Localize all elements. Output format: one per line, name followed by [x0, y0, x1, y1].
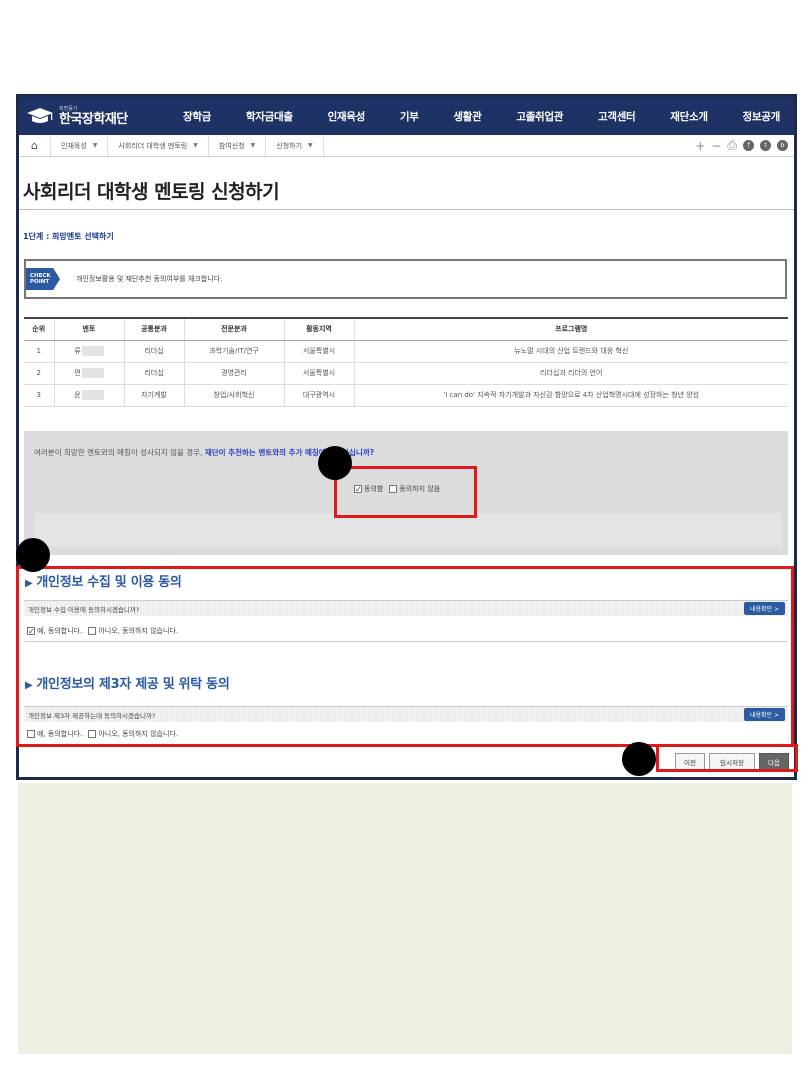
menu-employment[interactable]: 고졸취업관	[516, 109, 563, 124]
highlight-box-buttons	[656, 744, 798, 772]
col-region: 활동지역	[283, 317, 354, 341]
table-row: 2 편 리더십 경영관리 서울특별시 리더십과 리더의 언어	[24, 362, 788, 385]
home-icon[interactable]: ⌂	[19, 135, 51, 156]
step-marker	[16, 538, 50, 572]
agreement-inner-panel	[34, 513, 782, 547]
page-title: 사회리더 대학생 멘토링 신청하기	[23, 181, 280, 203]
graduation-cap-icon	[25, 106, 55, 126]
zoom-out-icon[interactable]: −	[711, 139, 721, 153]
site-logo[interactable]: 희망동기 한국장학재단	[19, 106, 169, 126]
chevron-down-icon: ▼	[250, 142, 256, 149]
menu-about[interactable]: 재단소개	[670, 109, 708, 124]
blog-icon[interactable]: b	[777, 140, 788, 151]
checkpoint-box: CHECK POINT 개인정보활용 및 재단추천 동의여부를 체크합니다.	[24, 259, 787, 299]
checkpoint-text: 개인정보활용 및 재단추천 동의여부를 체크합니다.	[76, 275, 223, 283]
main-menu: 장학금 학자금대출 인재육성 기부 생활관 고졸취업관 고객센터 재단소개 정보…	[169, 109, 794, 124]
checkpoint-badge: CHECK POINT	[26, 268, 60, 290]
chevron-down-icon: ▼	[308, 142, 313, 149]
col-common: 공통분과	[123, 317, 184, 341]
divider	[19, 209, 794, 210]
breadcrumb-item-4[interactable]: 신청하기 ▼	[266, 135, 324, 156]
breadcrumb: ⌂ 인재육성 ▼ 사회리더 대학생 멘토링 ▼ 참여신청 ▼ 신청하기 ▼ + − ⎙ …	[19, 135, 794, 157]
top-navigation: 희망동기 한국장학재단 장학금 학자금대출 인재육성 기부 생활관 고졸취업관 …	[19, 97, 794, 135]
breadcrumb-item-2[interactable]: 사회리더 대학생 멘토링 ▼	[108, 135, 209, 156]
table-row: 1 류 리더십 과학기술/IT/연구 서울특별시 뉴노멀 시대의 산업 트렌드와…	[24, 340, 788, 363]
breadcrumb-item-3[interactable]: 참여신청 ▼	[209, 135, 267, 156]
menu-dormitory[interactable]: 생활관	[453, 109, 481, 124]
chevron-down-icon: ▼	[92, 142, 98, 149]
twitter-icon[interactable]: t	[760, 140, 771, 151]
redacted-name	[81, 346, 104, 356]
step-marker	[622, 742, 656, 776]
menu-donation[interactable]: 기부	[400, 109, 419, 124]
col-mentor: 멘토	[53, 317, 124, 341]
redacted-name	[81, 390, 104, 400]
col-specialty: 전문분과	[183, 317, 284, 341]
table-header: 순위 멘토 공통분과 전문분과 활동지역 프로그램명	[24, 317, 788, 341]
col-program: 프로그램명	[353, 317, 788, 341]
mentor-table: 순위 멘토 공통분과 전문분과 활동지역 프로그램명 1 류 리더십 과학기술/…	[24, 317, 788, 407]
step-label: 1단계 : 희망멘토 선택하기	[23, 232, 114, 241]
highlight-box-privacy	[16, 566, 794, 747]
page-tools: + − ⎙ f t b	[695, 138, 794, 153]
menu-disclosure[interactable]: 정보공개	[743, 109, 781, 124]
print-icon[interactable]: ⎙	[727, 138, 737, 153]
menu-customer-center[interactable]: 고객센터	[598, 109, 636, 124]
chevron-down-icon: ▼	[193, 142, 198, 149]
redacted-name	[81, 368, 104, 378]
step-marker	[318, 446, 352, 480]
facebook-icon[interactable]: f	[743, 140, 754, 151]
menu-talent[interactable]: 인재육성	[328, 109, 366, 124]
blank-panel	[18, 783, 792, 1054]
menu-scholarship[interactable]: 장학금	[183, 109, 211, 124]
col-rank: 순위	[24, 317, 54, 341]
table-row: 3 윤 자기계발 창업/사회혁신 대구광역시 'I can do' 지속적 자기…	[24, 384, 788, 407]
highlight-box-recommend	[334, 466, 477, 518]
zoom-in-icon[interactable]: +	[695, 139, 705, 153]
breadcrumb-item-1[interactable]: 인재육성 ▼	[51, 135, 109, 156]
logo-name: 한국장학재단	[59, 111, 128, 127]
menu-student-loan[interactable]: 학자금대출	[246, 109, 293, 124]
logo-subtitle: 희망동기	[59, 105, 78, 112]
